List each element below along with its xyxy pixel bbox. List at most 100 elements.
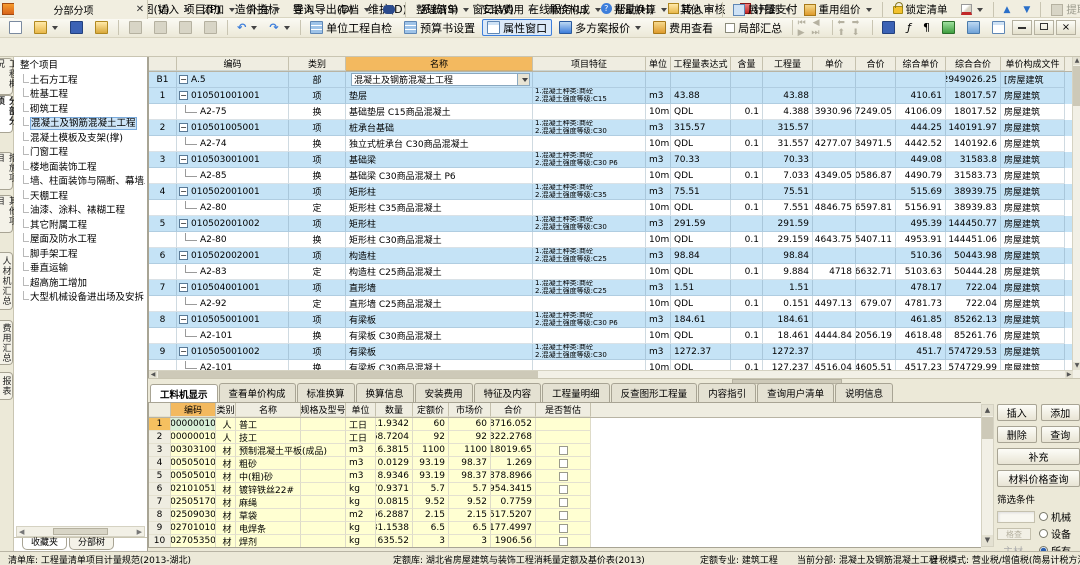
resource-row[interactable]: 54005050100材中(粗)砂m38.934693.1998.37878.8… (149, 470, 981, 483)
table-button[interactable] (987, 19, 1010, 36)
boq-col-header-2[interactable]: 类别 (289, 57, 346, 71)
supplement-resource-button[interactable]: 补充 (997, 448, 1080, 465)
paste-button[interactable] (174, 19, 197, 36)
resource-col-header-7[interactable]: 定额价 (413, 403, 449, 417)
resource-row[interactable]: 84025090300材草袋m22566.28872.152.155517.52… (149, 509, 981, 522)
collapse-icon[interactable]: − (179, 187, 188, 196)
multi-scheme-quote-button[interactable]: 多方案报价 (554, 19, 646, 36)
provisional-checkbox[interactable] (559, 459, 568, 468)
move-up-button[interactable]: ▲ (998, 2, 1017, 18)
detail-tab-6[interactable]: 工程量明细 (542, 383, 610, 402)
machine-radio[interactable] (1039, 512, 1048, 521)
collapse-icon[interactable]: − (179, 283, 188, 292)
tree-panel-close-icon[interactable]: ✕ (133, 4, 147, 15)
boq-col-header-3[interactable]: 名称 (346, 57, 533, 71)
side-tab-4[interactable]: 其他项目 (0, 195, 13, 233)
scroll-left-icon[interactable]: ◀ (149, 371, 157, 378)
scroll-left-icon[interactable]: ◀ (19, 528, 24, 536)
boq-row[interactable]: A2-80换矩形柱 C30商品混凝土10m3QDL0.129.1594643.7… (149, 232, 1080, 248)
boq-row[interactable]: 8−010505001001项有梁板1.混凝土种类:商砼2.混凝土强度等级:C3… (149, 312, 1080, 328)
boq-row[interactable]: 3−010503001001项基础梁1.混凝土种类:商砼2.混凝土强度等级:C3… (149, 152, 1080, 168)
boq-row[interactable]: A2-83定构造柱 C25商品混凝土10m3QDL0.19.8844718466… (149, 264, 1080, 280)
delete-button[interactable] (199, 19, 222, 36)
insert-dropdown[interactable]: 插入 (152, 2, 196, 18)
paragraph-button[interactable]: ¶ (918, 19, 935, 36)
boq-col-header-13[interactable]: 单价构成文件 (1001, 57, 1065, 71)
boq-row[interactable]: A2-92定直形墙 C25商品混凝土10m3QDL0.10.1514497.13… (149, 296, 1080, 312)
boq-col-header-1[interactable]: 编码 (177, 57, 289, 71)
provisional-checkbox[interactable] (559, 498, 568, 507)
pen-dropdown[interactable] (955, 2, 989, 18)
copy-button[interactable] (149, 19, 172, 36)
open-file-button[interactable] (29, 19, 63, 36)
save-button[interactable] (65, 19, 88, 36)
scroll-thumb[interactable] (158, 371, 538, 378)
detail-tab-1[interactable]: 查看单价构成 (219, 383, 296, 402)
boq-row[interactable]: 4−010502001001项矩形柱1.混凝土种类:商砼2.混凝土强度等级:C3… (149, 184, 1080, 200)
folder-button[interactable] (90, 19, 113, 36)
install-fee-dropdown[interactable]: 安装费用 (476, 2, 541, 18)
model-button[interactable] (937, 19, 960, 36)
provisional-checkbox[interactable] (559, 485, 568, 494)
boq-col-header-0[interactable] (149, 57, 177, 71)
tree-item-10[interactable]: 油漆、涂料、裱糊工程 (16, 204, 145, 219)
notes-button[interactable] (877, 19, 900, 36)
boq-col-header-10[interactable]: 合价 (856, 57, 896, 71)
add-dropdown[interactable]: 添加 (197, 2, 241, 18)
boq-col-header-7[interactable]: 含量 (731, 57, 763, 71)
resource-col-header-1[interactable]: 编码 (171, 403, 216, 417)
resource-row[interactable]: 21000000100人技工工日3068.72049292282322.2768 (149, 431, 981, 444)
tree-item-15[interactable]: 超高施工增加 (16, 277, 145, 292)
query-dropdown[interactable]: 查询 (287, 2, 331, 18)
scroll-up-icon[interactable]: ▲ (982, 405, 993, 416)
boq-horizontal-scrollbar[interactable]: ◀▶ (149, 370, 1073, 378)
resource-col-header-0[interactable] (149, 403, 171, 417)
boq-row[interactable]: A2-85换基础梁 C30商品混凝土 P610m3QDL0.17.0334349… (149, 168, 1080, 184)
resource-col-header-8[interactable]: 市场价 (449, 403, 491, 417)
side-tab-7[interactable]: 报表 (0, 372, 13, 400)
collapse-icon[interactable]: − (179, 347, 188, 356)
resource-row[interactable]: 94027010100材电焊条kg2181.15386.56.514177.49… (149, 522, 981, 535)
provisional-checkbox[interactable] (559, 524, 568, 533)
detail-tab-2[interactable]: 标准换算 (297, 383, 355, 402)
search-button[interactable] (377, 2, 401, 18)
material-price-query-button[interactable]: 材料价格查询 (997, 470, 1080, 487)
lock-list-button[interactable]: 锁定清单 (887, 2, 954, 18)
reuse-pricing-dropdown[interactable]: 重用组价 (798, 2, 878, 18)
side-tab-5[interactable]: 人材机汇总 (0, 252, 13, 310)
restore-button[interactable] (1034, 20, 1054, 35)
tree-item-5[interactable]: 混凝土模板及支架(撑) (16, 132, 145, 147)
boq-row[interactable]: 7−010504001001项直形墙1.混凝土种类:商砼2.混凝土强度等级:C2… (149, 280, 1080, 296)
scroll-right-icon[interactable]: ▶ (1065, 371, 1073, 378)
record-nav-buttons[interactable]: ⏮ ◀ ▶ ⏭ (798, 18, 827, 38)
boq-row[interactable]: A2-74换独立式桩承台 C30商品混凝土10m3QDL0.131.557427… (149, 136, 1080, 152)
scroll-down-icon[interactable]: ▼ (1073, 362, 1080, 370)
detail-tab-8[interactable]: 内容指引 (698, 383, 756, 402)
formula-button[interactable]: ƒ (902, 19, 916, 36)
tree-item-7[interactable]: 楼地面装饰工程 (16, 161, 145, 176)
detail-tab-0[interactable]: 工料机显示 (150, 384, 218, 403)
image-button[interactable] (962, 19, 985, 36)
tree-item-16[interactable]: 大型机械设备进出场及安拆 (16, 291, 145, 306)
side-tab-2[interactable]: 分部分项 (0, 95, 13, 133)
resource-row[interactable]: 44005050100材粗砂m30.012993.1998.371.269 (149, 457, 981, 470)
new-file-button[interactable] (4, 19, 27, 36)
minimize-button[interactable] (1012, 20, 1032, 35)
fee-view-button[interactable]: 费用查看 (648, 19, 718, 36)
resource-col-header-2[interactable]: 类别 (216, 403, 236, 417)
resource-col-header-10[interactable]: 是否暂估 (536, 403, 591, 417)
boq-row[interactable]: 5−010502001002项矩形柱1.混凝土种类:商砼2.混凝土强度等级:C3… (149, 216, 1080, 232)
side-tab-1[interactable]: 工程概况 (0, 58, 13, 95)
tree-item-11[interactable]: 其它附属工程 (16, 219, 145, 234)
boq-row[interactable]: A2-101换有梁板 C30商品混凝土10m3QDL0.118.4614444.… (149, 328, 1080, 344)
tree-item-8[interactable]: 墙、柱面装饰与隔断、幕墙工程 (16, 175, 145, 190)
equipment-radio[interactable] (1039, 529, 1048, 538)
archive-dropdown[interactable]: 存档 (332, 2, 376, 18)
scroll-right-icon[interactable]: ▶ (137, 528, 142, 536)
query-resource-button[interactable]: 查询 (1041, 426, 1080, 443)
collapse-icon[interactable]: − (179, 219, 188, 228)
tree-item-0[interactable]: 整个项目 (16, 59, 145, 74)
tree-item-14[interactable]: 垂直运输 (16, 262, 145, 277)
partial-summary-checkbox[interactable] (725, 23, 735, 33)
unit-price-composition-dropdown[interactable]: 单价构成 (542, 2, 607, 18)
